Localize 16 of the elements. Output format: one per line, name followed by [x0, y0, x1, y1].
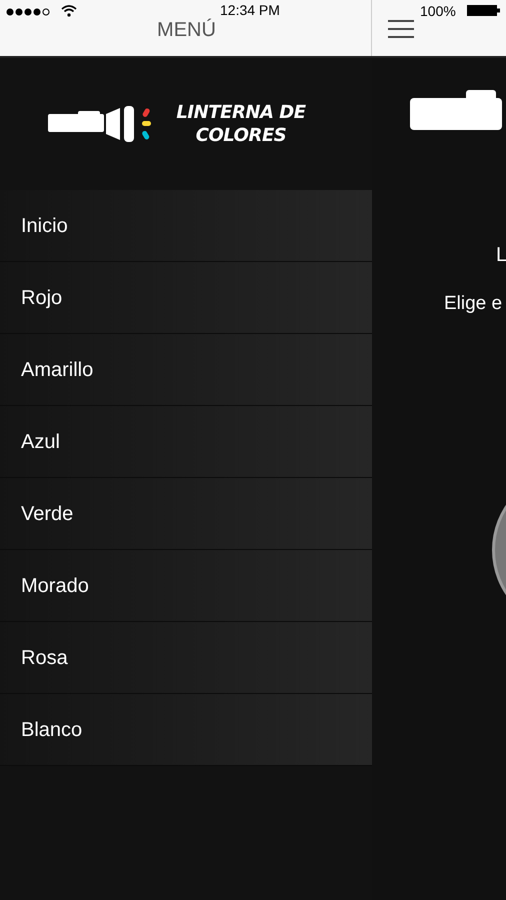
menu-title: MENÚ — [156, 20, 216, 40]
menu-item[interactable]: Rojo — [0, 262, 372, 334]
menu-item[interactable]: Blanco — [0, 694, 372, 766]
menu-item[interactable]: Morado — [0, 550, 372, 622]
battery-percent: 100% — [420, 4, 456, 18]
menu-item[interactable]: Amarillo — [0, 334, 372, 406]
status-time: 12:34 PM — [220, 3, 280, 17]
battery-icon — [467, 5, 501, 16]
menu-item[interactable]: Azul — [0, 406, 372, 478]
main-subtitle: Elige e — [444, 294, 502, 313]
wifi-icon — [61, 5, 77, 17]
menu-item[interactable]: Verde — [0, 478, 372, 550]
menu-icon[interactable] — [388, 20, 414, 38]
menu-item[interactable]: Inicio — [0, 190, 372, 262]
app-title: LINTERNA DE COLORES — [175, 101, 307, 147]
menu-item[interactable]: Rosa — [0, 622, 372, 694]
